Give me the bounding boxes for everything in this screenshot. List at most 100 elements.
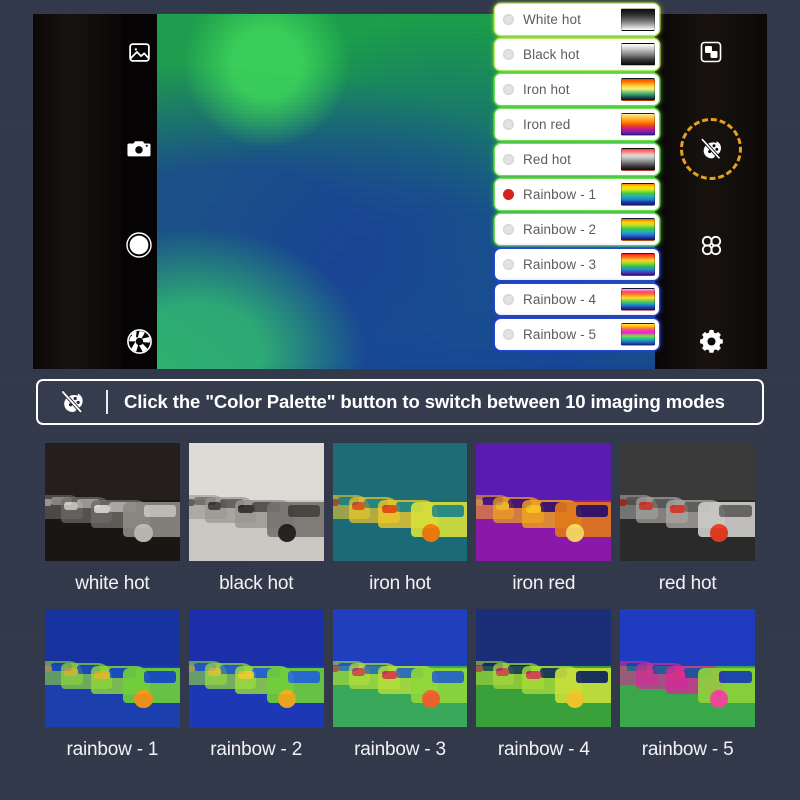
scene-car-window bbox=[575, 504, 608, 517]
palette-swatch-rainbow-3 bbox=[621, 253, 655, 276]
palette-sample-caption: rainbow - 4 bbox=[497, 739, 590, 760]
palette-highlight-ring bbox=[680, 117, 742, 180]
scene-car bbox=[123, 668, 180, 709]
palette-sample-cell[interactable]: black hot bbox=[188, 443, 324, 609]
palette-sample-cell[interactable]: rainbow - 3 bbox=[332, 609, 468, 775]
palette-sample-cell[interactable]: rainbow - 5 bbox=[620, 609, 755, 775]
radio-icon[interactable] bbox=[503, 14, 514, 25]
thermal-thumbnail-iron-red[interactable] bbox=[476, 443, 612, 561]
scene-background bbox=[45, 443, 180, 500]
thermal-thumbnail-rainbow-1[interactable] bbox=[45, 609, 180, 727]
palette-sample-cell[interactable]: rainbow - 4 bbox=[476, 609, 612, 775]
palette-sample-cell[interactable]: iron hot bbox=[332, 443, 468, 609]
scene-car-window bbox=[287, 670, 321, 683]
grid-apps-icon[interactable] bbox=[691, 225, 731, 265]
palette-sample-cell[interactable]: white hot bbox=[45, 443, 180, 609]
palette-sample-cell[interactable]: iron red bbox=[476, 443, 612, 609]
scene-engine-hotspot bbox=[94, 670, 110, 680]
palette-list-item[interactable]: Red hot bbox=[495, 144, 659, 175]
scene-car-window bbox=[144, 670, 177, 683]
palette-list-item[interactable]: Rainbow - 5 bbox=[495, 319, 659, 350]
thermal-thumbnail-rainbow-2[interactable] bbox=[188, 609, 324, 727]
scene-car-window bbox=[719, 504, 752, 517]
scene-engine-hotspot bbox=[381, 504, 398, 514]
scene-background bbox=[476, 609, 612, 666]
thermal-thumbnail-rainbow-5[interactable] bbox=[620, 609, 755, 727]
palette-list-item[interactable]: Iron hot bbox=[495, 74, 659, 105]
gallery-icon[interactable] bbox=[119, 32, 159, 72]
radio-icon[interactable] bbox=[503, 259, 514, 270]
thermal-scene bbox=[476, 443, 612, 561]
thermal-scene bbox=[45, 443, 180, 561]
thermal-thumbnail-rainbow-4[interactable] bbox=[476, 609, 612, 727]
color-palette-list[interactable]: White hot Black hot Iron hot Iron red Red ho… bbox=[495, 4, 659, 350]
thermal-scene bbox=[45, 609, 180, 727]
palette-swatch-black-hot bbox=[621, 43, 655, 66]
scene-wheel-hotspot bbox=[709, 524, 728, 543]
thermal-thumbnail-black-hot[interactable] bbox=[188, 443, 324, 561]
palette-list-item[interactable]: Rainbow - 3 bbox=[495, 249, 659, 280]
radio-icon[interactable] bbox=[503, 294, 514, 305]
palette-sample-cell[interactable]: rainbow - 2 bbox=[188, 609, 324, 775]
radio-icon[interactable] bbox=[503, 49, 514, 60]
palette-sample-caption: red hot bbox=[658, 573, 717, 594]
thermal-thumbnail-white-hot[interactable] bbox=[45, 443, 180, 561]
aperture-icon[interactable] bbox=[119, 322, 159, 362]
radio-selected-icon[interactable] bbox=[503, 189, 514, 200]
palette-list-item[interactable]: Black hot bbox=[495, 39, 659, 70]
palette-list-item[interactable]: Rainbow - 4 bbox=[495, 284, 659, 315]
palette-list-item[interactable]: Rainbow - 1 bbox=[495, 179, 659, 210]
palette-list-item[interactable]: White hot bbox=[495, 4, 659, 35]
palette-list-item-label: White hot bbox=[523, 12, 581, 27]
scene-background bbox=[332, 443, 468, 500]
scene-car bbox=[698, 502, 755, 543]
scene-engine-hotspot bbox=[525, 670, 542, 680]
palette-list-item-label: Rainbow - 4 bbox=[523, 292, 597, 307]
scene-car bbox=[554, 502, 612, 543]
scene-engine-hotspot bbox=[238, 670, 254, 680]
scene-car-window bbox=[431, 504, 465, 517]
left-toolbar-rail bbox=[33, 14, 121, 369]
palette-sample-cell[interactable]: rainbow - 1 bbox=[45, 609, 180, 775]
shutter-button[interactable] bbox=[119, 225, 159, 265]
palette-list-item[interactable]: Iron red bbox=[495, 109, 659, 140]
scene-car-window bbox=[575, 670, 608, 683]
scene-engine-hotspot bbox=[639, 501, 653, 510]
radio-icon[interactable] bbox=[503, 329, 514, 340]
scene-wheel-hotspot bbox=[709, 690, 728, 709]
palette-list-item-label: Black hot bbox=[523, 47, 580, 62]
palette-sample-caption: white hot bbox=[75, 573, 150, 594]
camera-icon[interactable] bbox=[119, 129, 159, 169]
scene-engine-hotspot bbox=[64, 501, 78, 510]
palette-sample-caption: rainbow - 2 bbox=[210, 739, 303, 760]
picture-in-picture-icon[interactable] bbox=[691, 32, 731, 72]
palette-list-item[interactable]: Rainbow - 2 bbox=[495, 214, 659, 245]
scene-car-window bbox=[144, 504, 177, 517]
scene-engine-hotspot bbox=[476, 499, 483, 507]
color-palette-icon[interactable] bbox=[680, 117, 742, 180]
instruction-banner: Click the "Color Palette" button to swit… bbox=[36, 379, 764, 425]
scene-engine-hotspot bbox=[208, 667, 222, 676]
scene-background bbox=[476, 443, 612, 500]
thermal-scene bbox=[188, 443, 324, 561]
radio-icon[interactable] bbox=[503, 224, 514, 235]
palette-swatch-rainbow-5 bbox=[621, 323, 655, 346]
radio-icon[interactable] bbox=[503, 84, 514, 95]
palette-list-item-label: Rainbow - 5 bbox=[523, 327, 597, 342]
scene-engine-hotspot bbox=[188, 665, 196, 673]
thermal-thumbnail-rainbow-3[interactable] bbox=[332, 609, 468, 727]
banner-text: Click the "Color Palette" button to swit… bbox=[124, 391, 725, 412]
scene-car bbox=[410, 668, 468, 709]
palette-sample-caption: rainbow - 5 bbox=[641, 739, 734, 760]
palette-sample-caption: black hot bbox=[219, 573, 294, 594]
thermal-thumbnail-red-hot[interactable] bbox=[620, 443, 755, 561]
palette-swatch-iron-red bbox=[621, 113, 655, 136]
radio-icon[interactable] bbox=[503, 154, 514, 165]
scene-engine-hotspot bbox=[332, 499, 340, 507]
scene-engine-hotspot bbox=[476, 665, 483, 673]
settings-gear-icon[interactable] bbox=[691, 322, 731, 362]
thermal-thumbnail-iron-hot[interactable] bbox=[332, 443, 468, 561]
palette-sample-cell[interactable]: red hot bbox=[620, 443, 755, 609]
scene-car-window bbox=[431, 670, 465, 683]
radio-icon[interactable] bbox=[503, 119, 514, 130]
